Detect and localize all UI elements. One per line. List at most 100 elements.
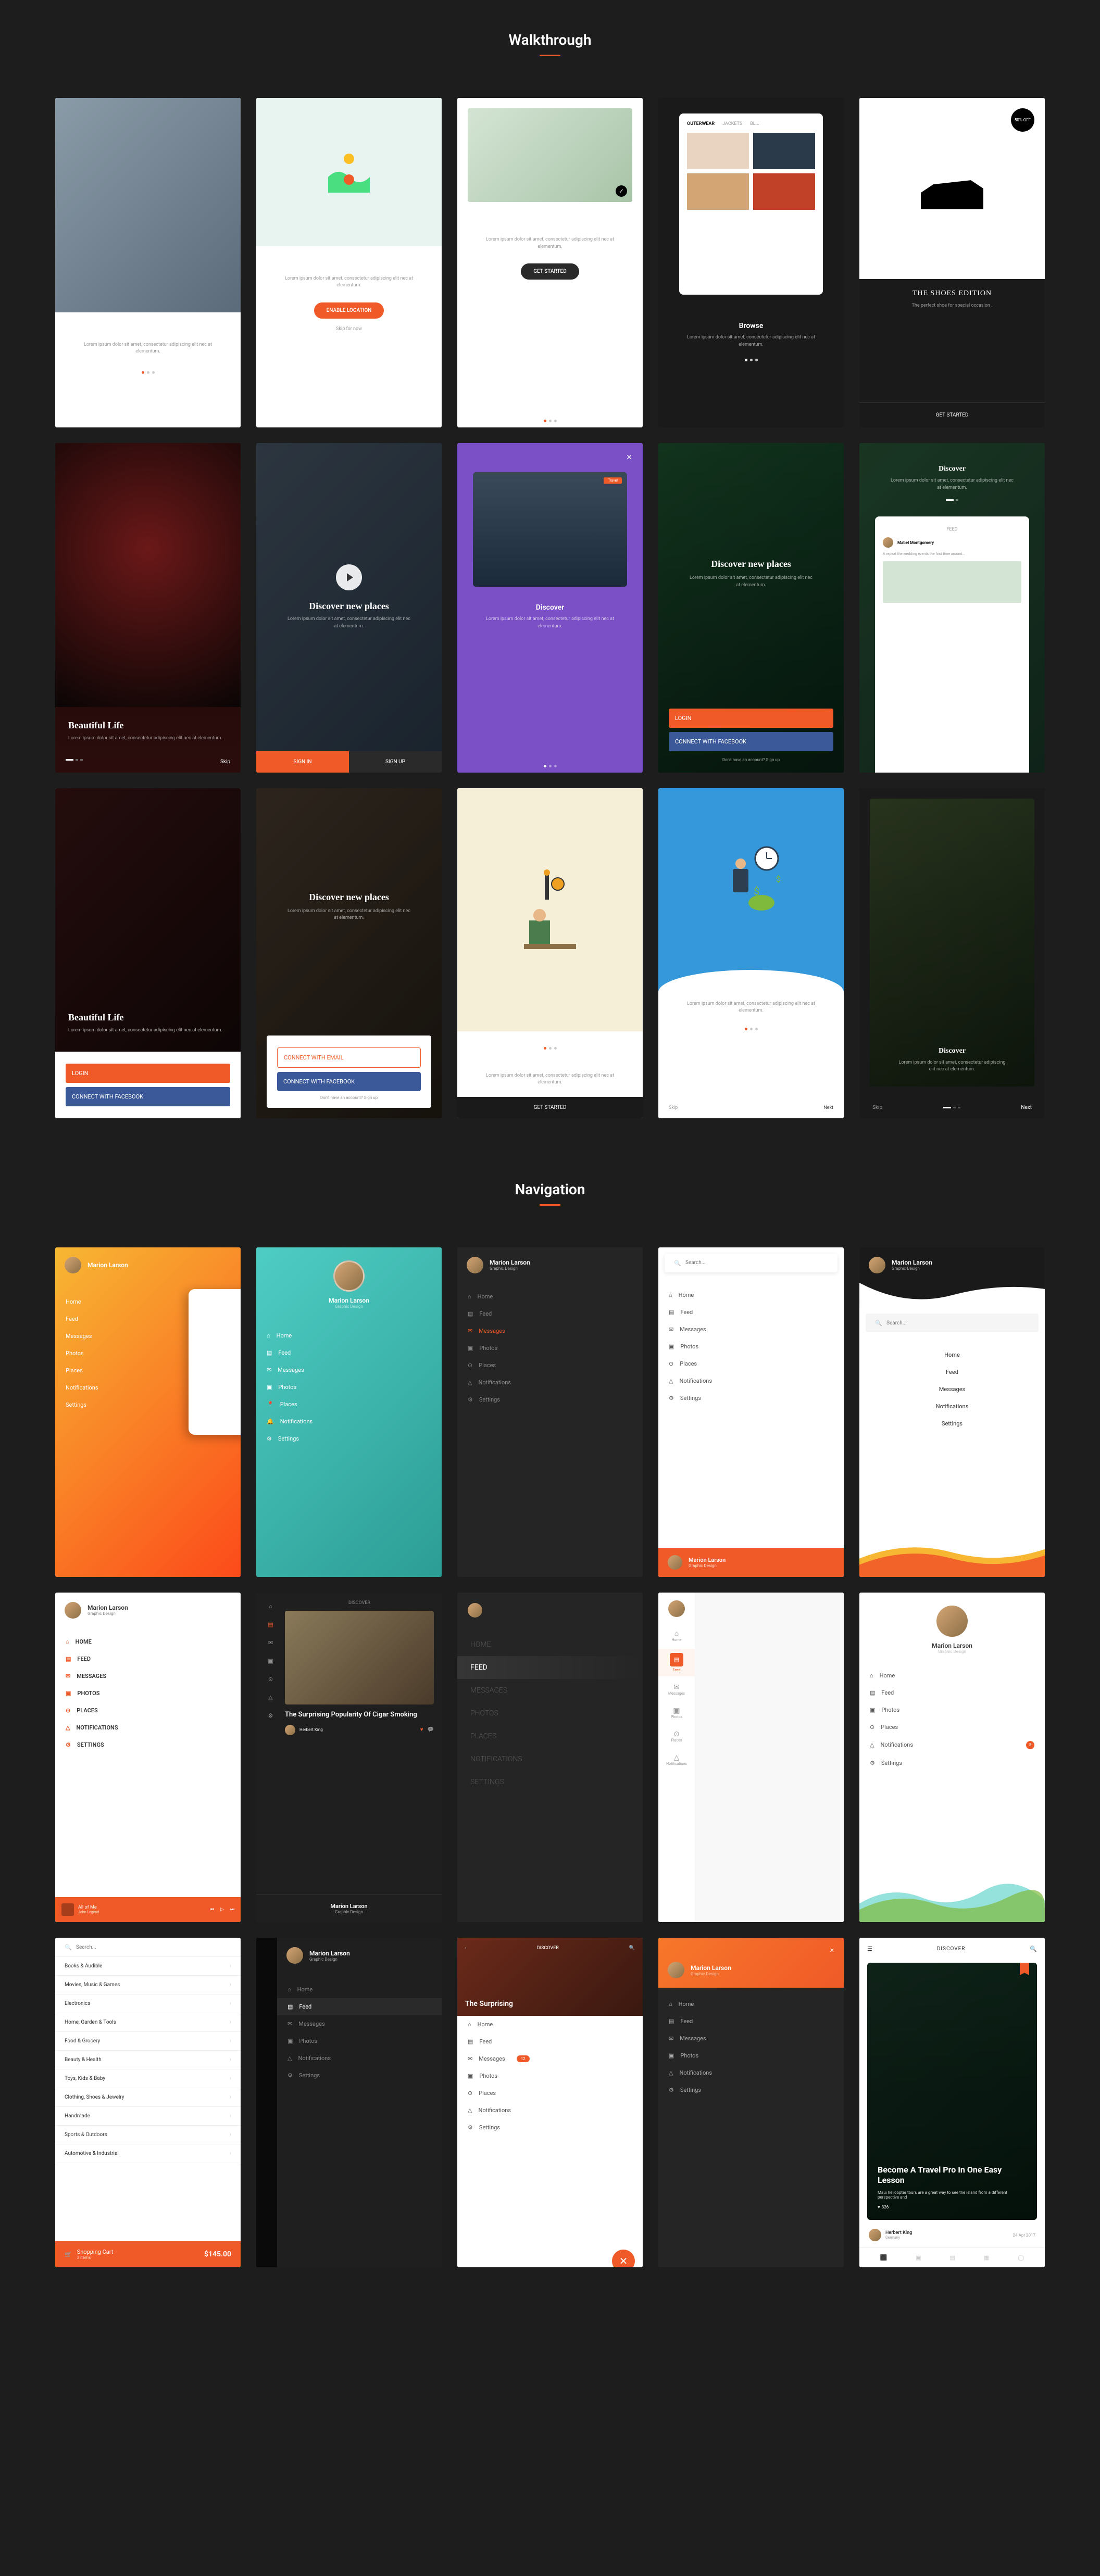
menu-item-photos[interactable]: ▣Photos bbox=[277, 2032, 442, 2050]
tab-image-icon[interactable]: ▣ bbox=[916, 2254, 921, 2261]
enable-location-button[interactable]: ENABLE LOCATION bbox=[314, 302, 384, 319]
menu-item-notifications[interactable]: △Notifications bbox=[457, 2102, 643, 2119]
search-icon[interactable]: 🔍 bbox=[629, 1946, 635, 1951]
cart-bar[interactable]: 🛒 Shopping Cart3 items $145.00 bbox=[55, 2241, 241, 2267]
gear-icon[interactable]: ⚙ bbox=[268, 1712, 273, 1719]
search-input[interactable] bbox=[76, 1944, 231, 1950]
pagination-dots[interactable] bbox=[658, 353, 844, 367]
message-icon[interactable]: ✉ bbox=[268, 1639, 273, 1646]
product-thumb[interactable] bbox=[753, 133, 815, 169]
back-icon[interactable]: ‹ bbox=[465, 1946, 467, 1951]
menu-item-settings[interactable]: ⚙Settings bbox=[859, 1754, 1045, 1772]
next-link[interactable]: Next bbox=[823, 1105, 833, 1110]
home-icon[interactable]: ⌂ bbox=[269, 1603, 272, 1610]
menu-item-notifications[interactable]: △NOTIFICATIONS bbox=[55, 1719, 241, 1736]
menu-item-settings[interactable]: ⚙Settings bbox=[277, 2067, 442, 2084]
menu-item-messages[interactable]: ✉Messages bbox=[658, 1679, 695, 1700]
menu-item-photos[interactable]: ▣Photos bbox=[658, 1702, 695, 1723]
tab-jackets[interactable]: JACKETS bbox=[722, 121, 742, 127]
menu-item-notifications[interactable]: △Notifications bbox=[457, 1374, 643, 1391]
search-icon[interactable]: 🔍 bbox=[1030, 1946, 1037, 1952]
menu-item-feed[interactable]: ▤Feed bbox=[457, 2033, 643, 2050]
menu-item-settings[interactable]: SETTINGS bbox=[470, 1771, 630, 1794]
avatar[interactable] bbox=[668, 1962, 684, 1978]
product-thumb[interactable] bbox=[687, 133, 749, 169]
menu-item-photos[interactable]: ▣Photos bbox=[658, 2047, 844, 2064]
close-icon[interactable]: ✕ bbox=[626, 453, 632, 462]
menu-item-notifications[interactable]: 🔔Notifications bbox=[256, 1413, 442, 1430]
category-item[interactable]: Toys, Kids & Baby› bbox=[55, 2069, 241, 2088]
avatar[interactable] bbox=[668, 1555, 682, 1570]
menu-item-notifications[interactable]: △Notifications bbox=[658, 2064, 844, 2081]
menu-item-home[interactable]: ⌂Home bbox=[658, 1625, 695, 1646]
get-started-button[interactable]: GET STARTED bbox=[859, 402, 1045, 427]
category-item[interactable]: Food & Grocery› bbox=[55, 2032, 241, 2051]
menu-item-feed[interactable]: ▤Feed bbox=[658, 1304, 844, 1321]
menu-item-feed[interactable]: ▤Feed bbox=[457, 1305, 643, 1322]
category-item[interactable]: Sports & Outdoors› bbox=[55, 2126, 241, 2144]
menu-item-settings[interactable]: ⚙Settings bbox=[256, 1430, 442, 1447]
menu-item-places[interactable]: ⊙Places bbox=[658, 1355, 844, 1372]
close-icon[interactable]: ✕ bbox=[830, 1947, 834, 1954]
search-input[interactable] bbox=[886, 1320, 1029, 1326]
signup-link[interactable]: Don't have an account? Sign up bbox=[658, 757, 844, 762]
heart-icon[interactable]: ♥ bbox=[420, 1727, 423, 1733]
avatar[interactable] bbox=[869, 1257, 885, 1273]
menu-item-notifications[interactable]: △Notifications bbox=[277, 2050, 442, 2067]
menu-item-photos[interactable]: ▣Photos bbox=[859, 1701, 1045, 1719]
facebook-button[interactable]: CONNECT WITH FACEBOOK bbox=[669, 732, 833, 751]
signup-button[interactable]: SIGN UP bbox=[349, 751, 442, 773]
menu-item-messages[interactable]: ✉Messages bbox=[256, 1361, 442, 1379]
menu-item-settings[interactable]: ⚙Settings bbox=[658, 1390, 844, 1407]
menu-item-messages[interactable]: MESSAGES bbox=[470, 1679, 630, 1702]
menu-item-home[interactable]: ⌂Home bbox=[277, 1981, 442, 1998]
menu-icon[interactable]: ☰ bbox=[867, 1946, 872, 1952]
menu-item-messages[interactable]: ✉Messages bbox=[277, 2015, 442, 2032]
menu-item-settings[interactable]: ⚙SETTINGS bbox=[55, 1736, 241, 1753]
menu-item-settings[interactable]: ⚙Settings bbox=[457, 2119, 643, 2136]
category-item[interactable]: Clothing, Shoes & Jewelry› bbox=[55, 2088, 241, 2107]
facebook-button[interactable]: CONNECT WITH FACEBOOK bbox=[66, 1087, 230, 1106]
menu-item-feed[interactable]: ▤FEED bbox=[55, 1650, 241, 1668]
menu-item-places[interactable]: 📍Places bbox=[256, 1396, 442, 1413]
menu-item-notifications[interactable]: △Notifications5 bbox=[859, 1736, 1045, 1754]
menu-item-places[interactable]: ⊙PLACES bbox=[55, 1702, 241, 1719]
menu-item-feed[interactable]: ▤Feed bbox=[859, 1684, 1045, 1701]
menu-item-places[interactable]: ⊙Places bbox=[859, 1719, 1045, 1736]
menu-item-home[interactable]: ⌂Home bbox=[457, 1288, 643, 1305]
login-button[interactable]: LOGIN bbox=[669, 709, 833, 728]
menu-item-photos[interactable]: ▣Photos bbox=[658, 1338, 844, 1355]
bell-icon[interactable]: △ bbox=[268, 1694, 272, 1701]
menu-item-messages[interactable]: ✉MESSAGES bbox=[55, 1668, 241, 1685]
menu-item-home[interactable]: HOME bbox=[470, 1633, 630, 1656]
category-item[interactable]: Home, Garden & Tools› bbox=[55, 2013, 241, 2032]
search-bar[interactable]: 🔍 bbox=[866, 1314, 1039, 1332]
search-bar[interactable]: 🔍 bbox=[55, 1938, 241, 1957]
menu-item-settings[interactable]: Settings bbox=[859, 1415, 1045, 1432]
menu-item-messages[interactable]: Messages bbox=[859, 1381, 1045, 1398]
menu-item-notifications[interactable]: △Notifications bbox=[658, 1372, 844, 1390]
avatar[interactable] bbox=[333, 1260, 365, 1292]
get-started-button[interactable]: GET STARTED bbox=[521, 263, 579, 280]
photo-icon[interactable]: ▣ bbox=[268, 1658, 273, 1664]
signup-link[interactable]: Don't have an account? Sign up bbox=[267, 1095, 431, 1100]
pagination-dots[interactable] bbox=[669, 1022, 833, 1036]
product-thumb[interactable] bbox=[687, 173, 749, 210]
menu-item-settings[interactable]: ⚙Settings bbox=[658, 2081, 844, 2099]
search-bar[interactable]: 🔍 bbox=[665, 1254, 838, 1272]
category-item[interactable]: Books & Audible› bbox=[55, 1957, 241, 1976]
pin-icon[interactable]: ⊙ bbox=[268, 1676, 273, 1683]
avatar[interactable] bbox=[468, 1603, 482, 1618]
menu-item-home[interactable]: ⌂Home bbox=[859, 1667, 1045, 1684]
avatar[interactable] bbox=[65, 1257, 81, 1273]
bookmark-icon[interactable] bbox=[1020, 1963, 1029, 1975]
menu-item-notifications[interactable]: NOTIFICATIONS bbox=[470, 1748, 630, 1771]
category-item[interactable]: Movies, Music & Games› bbox=[55, 1976, 241, 1994]
search-input[interactable] bbox=[685, 1260, 828, 1266]
skip-link[interactable]: Skip bbox=[872, 1105, 882, 1110]
pagination-dots[interactable] bbox=[457, 760, 643, 773]
pagination-dots[interactable] bbox=[457, 414, 643, 427]
comment-icon[interactable]: 💬 bbox=[428, 1727, 434, 1733]
pagination-dots[interactable] bbox=[55, 366, 241, 379]
avatar[interactable] bbox=[467, 1257, 483, 1273]
